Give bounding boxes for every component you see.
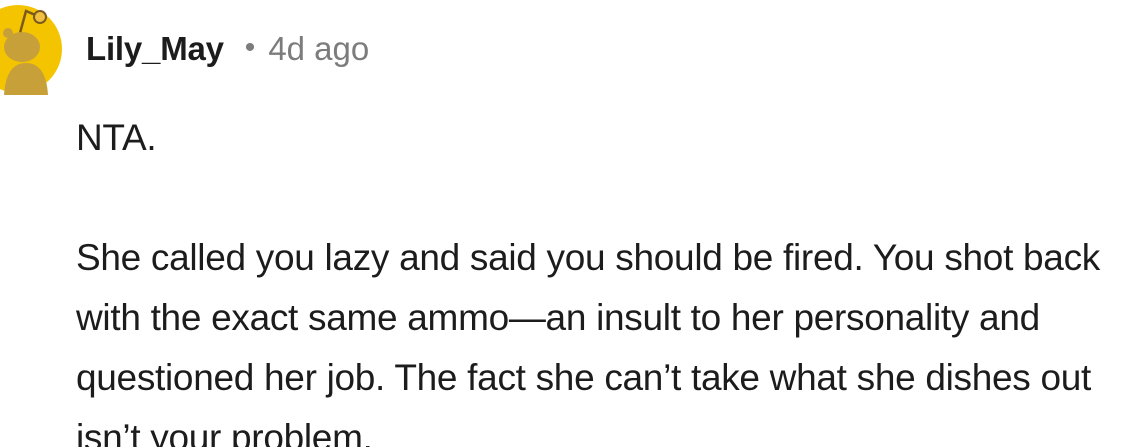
comment-timestamp[interactable]: 4d ago: [268, 30, 369, 68]
comment-header: Lily_May • 4d ago: [86, 25, 369, 73]
comment-paragraph: She called you lazy and said you should …: [76, 237, 1100, 447]
comment: Lily_May • 4d ago NTA. She called you la…: [0, 0, 1134, 447]
comment-paragraph: NTA.: [76, 117, 157, 158]
snoo-avatar-icon: [0, 5, 62, 95]
user-avatar[interactable]: [0, 3, 64, 95]
username-link[interactable]: Lily_May: [86, 30, 224, 68]
comment-body: NTA. She called you lazy and said you sh…: [76, 108, 1128, 447]
separator-dot: •: [244, 31, 256, 64]
